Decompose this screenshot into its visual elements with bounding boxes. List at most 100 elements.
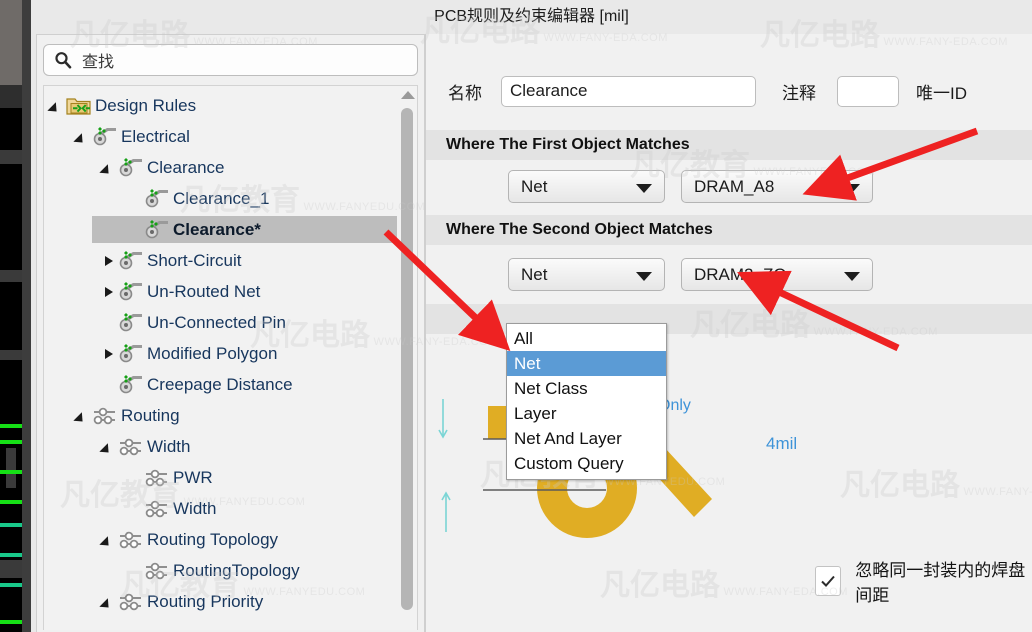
tree-item-label: Clearance xyxy=(147,157,225,177)
comment-field[interactable] xyxy=(837,75,899,107)
first-object-scope-value: Net xyxy=(521,176,548,196)
pcb-shape xyxy=(0,560,22,578)
tree-toggle-down-icon[interactable] xyxy=(76,130,90,144)
tree-item-label: Electrical xyxy=(121,126,190,146)
tree-toggle-spacer xyxy=(128,564,142,578)
pcb-trace xyxy=(0,553,22,557)
rules-tree-pane: 查找 Design Rules Electrical Clearance Cleara… xyxy=(36,34,425,632)
tree-toggle-down-icon[interactable] xyxy=(102,595,116,609)
tree-toggle-spacer xyxy=(102,316,116,330)
tree-item-routing-priority[interactable]: Routing Priority xyxy=(44,586,399,617)
scroll-up-arrow-icon[interactable] xyxy=(401,91,415,99)
tree-item-label: Routing Priority xyxy=(147,591,264,611)
tree-toggle-right-icon[interactable] xyxy=(102,285,116,299)
routing-rule-icon xyxy=(144,466,170,490)
routing-rule-icon xyxy=(144,559,170,583)
tree-item-width[interactable]: Width xyxy=(44,493,399,524)
pcb-shape xyxy=(0,270,22,282)
tree-vertical-scrollbar[interactable] xyxy=(397,86,417,630)
second-object-target-combo[interactable]: DRAM2_ZQ xyxy=(681,258,873,291)
tree-item-pwr[interactable]: PWR xyxy=(44,462,399,493)
electrical-rule-icon xyxy=(92,125,118,149)
unique-id-label: 唯一ID xyxy=(916,83,967,103)
tree-item-creepage-distance[interactable]: Creepage Distance xyxy=(44,369,399,400)
dropdown-option-layer[interactable]: Layer xyxy=(507,401,666,426)
tree-toggle-spacer xyxy=(128,223,142,237)
tree-toggle-right-icon[interactable] xyxy=(102,347,116,361)
comment-label: 注释 xyxy=(782,83,816,103)
tree-item-label: Creepage Distance xyxy=(147,374,293,394)
tree-item-clearance-1[interactable]: Clearance_1 xyxy=(44,183,399,214)
tree-toggle-spacer xyxy=(102,378,116,392)
pcb-toolbar-strip xyxy=(0,0,22,85)
tree-item-label: Modified Polygon xyxy=(147,343,278,363)
tree-item-routing-topology[interactable]: Routing Topology xyxy=(44,524,399,555)
ignore-pad-clearance-checkbox[interactable] xyxy=(815,566,842,596)
tree-item-label: Clearance_1 xyxy=(173,188,270,208)
tree-item-routing[interactable]: Routing xyxy=(44,400,399,431)
pcb-rules-dialog: PCB规则及约束编辑器 [mil] 查找 Design Rules Electri… xyxy=(31,0,1032,632)
electrical-rule-icon xyxy=(144,218,170,242)
scope-dropdown-popup[interactable]: All Net Net Class Layer Net And Layer Custom … xyxy=(506,323,667,480)
tree-item-short-circuit[interactable]: Short-Circuit xyxy=(44,245,399,276)
search-icon xyxy=(54,51,72,69)
first-object-target-combo[interactable]: DRAM_A8 xyxy=(681,170,873,203)
second-object-section-header: Where The Second Object Matches xyxy=(426,215,1032,245)
pcb-trace xyxy=(0,424,22,428)
ignore-pad-clearance-checkbox-row[interactable]: 忽略同一封装内的焊盘间距 xyxy=(815,556,1032,606)
dropdown-option-net[interactable]: Net xyxy=(507,351,666,376)
tree-item-label: Design Rules xyxy=(95,95,197,115)
name-label: 名称 xyxy=(448,83,482,103)
first-object-target-value: DRAM_A8 xyxy=(694,176,775,196)
tree-toggle-down-icon[interactable] xyxy=(102,533,116,547)
rule-name-field[interactable]: Clearance xyxy=(501,75,756,107)
pcb-shape xyxy=(6,448,16,488)
search-input[interactable]: 查找 xyxy=(43,44,418,76)
dropdown-option-net-class[interactable]: Net Class xyxy=(507,376,666,401)
screenshot-root: PCB规则及约束编辑器 [mil] 查找 Design Rules Electri… xyxy=(0,0,1032,632)
routing-rule-icon xyxy=(118,435,144,459)
tree-toggle-down-icon[interactable] xyxy=(50,99,64,113)
tree-item-label: RoutingTopology xyxy=(173,560,300,580)
tree-item-modified-polygon[interactable]: Modified Polygon xyxy=(44,338,399,369)
dropdown-option-net-and-layer[interactable]: Net And Layer xyxy=(507,426,666,451)
tree-item-label: Clearance* xyxy=(173,219,261,239)
electrical-rule-icon xyxy=(118,156,144,180)
electrical-rule-icon xyxy=(118,373,144,397)
tree-item-clearance[interactable]: Clearance* xyxy=(44,214,399,245)
tree-toggle-down-icon[interactable] xyxy=(76,409,90,423)
tree-item-electrical[interactable]: Electrical xyxy=(44,121,399,152)
pcb-trace xyxy=(0,500,22,504)
chevron-down-icon xyxy=(844,272,860,281)
electrical-rule-icon xyxy=(118,342,144,366)
tree-item-width[interactable]: Width xyxy=(44,431,399,462)
chevron-down-icon xyxy=(636,184,652,193)
tree-item-clearance[interactable]: Clearance xyxy=(44,152,399,183)
tree-item-design-rules[interactable]: Design Rules xyxy=(44,90,399,121)
rule-editor-pane: 名称 Clearance 注释 唯一ID Where The First Obj… xyxy=(425,34,1032,632)
pcb-trace xyxy=(0,470,22,474)
second-object-scope-combo[interactable]: Net xyxy=(508,258,665,291)
pcb-editor-edge xyxy=(22,0,31,632)
tree-item-un-routed-net[interactable]: Un-Routed Net xyxy=(44,276,399,307)
first-object-scope-combo[interactable]: Net xyxy=(508,170,665,203)
tree-item-label: Width xyxy=(173,498,217,518)
tree-toggle-down-icon[interactable] xyxy=(102,161,116,175)
second-object-scope-value: Net xyxy=(521,264,548,284)
tree-toggle-spacer xyxy=(128,502,142,516)
pcb-shape xyxy=(0,150,22,164)
pcb-shape xyxy=(0,350,22,360)
chevron-down-icon xyxy=(844,184,860,193)
tree-toggle-right-icon[interactable] xyxy=(102,254,116,268)
tree-toggle-down-icon[interactable] xyxy=(102,440,116,454)
pcb-trace xyxy=(0,620,22,624)
routing-rule-icon xyxy=(144,497,170,521)
dropdown-option-all[interactable]: All xyxy=(507,326,666,351)
dropdown-option-custom-query[interactable]: Custom Query xyxy=(507,451,666,476)
electrical-rule-icon xyxy=(118,249,144,273)
pcb-trace xyxy=(0,440,22,444)
routing-rule-icon xyxy=(118,528,144,552)
tree-scrollbar-thumb[interactable] xyxy=(401,108,413,610)
tree-item-un-connected-pin[interactable]: Un-Connected Pin xyxy=(44,307,399,338)
tree-item-routingtopology[interactable]: RoutingTopology xyxy=(44,555,399,586)
